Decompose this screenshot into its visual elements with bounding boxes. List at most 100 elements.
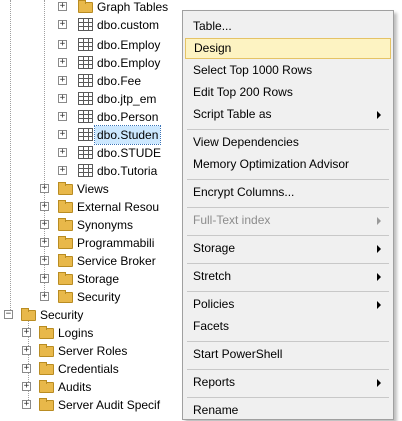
folder-icon xyxy=(58,236,73,249)
menu-item-view-dependencies[interactable]: View Dependencies xyxy=(185,132,391,153)
menu-item-new-table[interactable]: Table... xyxy=(185,16,391,37)
menu-item-label: Table... xyxy=(193,19,232,33)
tree-node-label: dbo.Person xyxy=(97,110,159,124)
folder-icon xyxy=(78,0,93,13)
tree-line xyxy=(10,0,12,312)
menu-item-label: Stretch xyxy=(193,269,232,283)
folder-icon xyxy=(39,326,54,339)
tree-line xyxy=(44,0,46,296)
menu-item-storage[interactable]: Storage xyxy=(185,238,391,259)
menu-item-facets[interactable]: Facets xyxy=(185,316,391,337)
tree-node-label: Security xyxy=(40,308,84,322)
tree-node-label: External Resou xyxy=(77,200,160,214)
expand-icon[interactable]: + xyxy=(40,220,49,229)
expand-icon[interactable]: + xyxy=(40,202,49,211)
expand-icon[interactable]: + xyxy=(58,94,67,103)
tree-node-label: Logins xyxy=(58,326,94,340)
expand-icon[interactable]: + xyxy=(40,238,49,247)
menu-item-label: Script Table as xyxy=(193,107,272,121)
menu-separator xyxy=(187,129,389,130)
tree-node-label: dbo.Tutoria xyxy=(97,164,158,178)
tree-node-label: dbo.Studen xyxy=(93,125,162,145)
menu-item-design[interactable]: Design xyxy=(185,38,391,59)
folder-icon xyxy=(58,218,73,231)
tree-node-label: Server Roles xyxy=(58,344,128,358)
menu-item-label: Rename xyxy=(193,403,239,417)
expand-icon[interactable]: + xyxy=(58,2,67,11)
tree-node-label: dbo.Employ xyxy=(97,38,161,52)
tree-node-label: Service Broker xyxy=(77,254,156,268)
collapse-icon[interactable]: − xyxy=(4,310,13,319)
menu-separator xyxy=(187,291,389,292)
expand-icon[interactable]: + xyxy=(40,292,49,301)
context-menu: Table... Design Select Top 1000 Rows Edi… xyxy=(182,10,394,420)
folder-icon xyxy=(58,200,73,213)
table-icon xyxy=(78,38,93,51)
menu-item-edit-top-rows[interactable]: Edit Top 200 Rows xyxy=(185,82,391,103)
menu-item-label: Design xyxy=(194,41,232,55)
expand-icon[interactable]: + xyxy=(40,184,49,193)
menu-item-select-top-rows[interactable]: Select Top 1000 Rows xyxy=(185,60,391,81)
menu-item-encrypt-columns[interactable]: Encrypt Columns... xyxy=(185,182,391,203)
tree-node-label: dbo.jtp_em xyxy=(97,92,157,106)
folder-icon xyxy=(39,380,54,393)
menu-item-policies[interactable]: Policies xyxy=(185,294,391,315)
menu-item-label: Facets xyxy=(193,319,230,333)
table-icon xyxy=(78,56,93,69)
tree-node-label: Audits xyxy=(58,380,92,394)
table-icon xyxy=(78,110,93,123)
tree-node-label: dbo.Fee xyxy=(97,74,142,88)
menu-item-memory-optimization-advisor[interactable]: Memory Optimization Advisor xyxy=(185,154,391,175)
menu-item-full-text-index: Full-Text index xyxy=(185,210,391,231)
expand-icon[interactable]: + xyxy=(58,40,67,49)
menu-item-start-powershell[interactable]: Start PowerShell xyxy=(185,344,391,365)
menu-item-script-table-as[interactable]: Script Table as xyxy=(185,104,391,125)
expand-icon[interactable]: + xyxy=(58,130,67,139)
expand-icon[interactable]: + xyxy=(22,382,31,391)
expand-icon[interactable]: + xyxy=(22,328,31,337)
tree-node-label: dbo.Employ xyxy=(97,56,161,70)
folder-icon xyxy=(21,308,36,321)
folder-icon xyxy=(58,182,73,195)
menu-item-label: Start PowerShell xyxy=(193,347,283,361)
menu-item-label: View Dependencies xyxy=(193,135,299,149)
table-icon xyxy=(78,128,93,141)
expand-icon[interactable]: + xyxy=(40,256,49,265)
menu-separator xyxy=(187,235,389,236)
table-icon xyxy=(78,146,93,159)
expand-icon[interactable]: + xyxy=(58,20,67,29)
folder-icon xyxy=(39,362,54,375)
expand-icon[interactable]: + xyxy=(22,346,31,355)
expand-icon[interactable]: + xyxy=(22,364,31,373)
expand-icon[interactable]: + xyxy=(58,148,67,157)
menu-item-stretch[interactable]: Stretch xyxy=(185,266,391,287)
menu-separator xyxy=(187,179,389,180)
menu-separator xyxy=(187,207,389,208)
submenu-arrow-icon xyxy=(377,273,381,281)
table-icon xyxy=(78,74,93,87)
folder-icon xyxy=(58,272,73,285)
menu-separator xyxy=(187,369,389,370)
expand-icon[interactable]: + xyxy=(58,112,67,121)
menu-item-reports[interactable]: Reports xyxy=(185,372,391,393)
folder-icon xyxy=(39,398,54,411)
submenu-arrow-icon xyxy=(377,217,381,225)
table-icon xyxy=(78,164,93,177)
menu-item-label: Encrypt Columns... xyxy=(193,185,295,199)
folder-icon xyxy=(58,290,73,303)
folder-icon xyxy=(39,344,54,357)
menu-item-label: Full-Text index xyxy=(193,213,271,227)
tree-node-label: Credentials xyxy=(58,362,119,376)
expand-icon[interactable]: + xyxy=(58,166,67,175)
table-icon xyxy=(78,18,93,31)
expand-icon[interactable]: + xyxy=(58,76,67,85)
folder-icon xyxy=(58,254,73,267)
tree-node-label: Server Audit Specif xyxy=(58,398,161,412)
expand-icon[interactable]: + xyxy=(22,400,31,409)
table-icon xyxy=(78,92,93,105)
expand-icon[interactable]: + xyxy=(58,58,67,67)
submenu-arrow-icon xyxy=(377,301,381,309)
submenu-arrow-icon xyxy=(377,245,381,253)
expand-icon[interactable]: + xyxy=(40,274,49,283)
menu-item-label: Reports xyxy=(193,375,236,389)
